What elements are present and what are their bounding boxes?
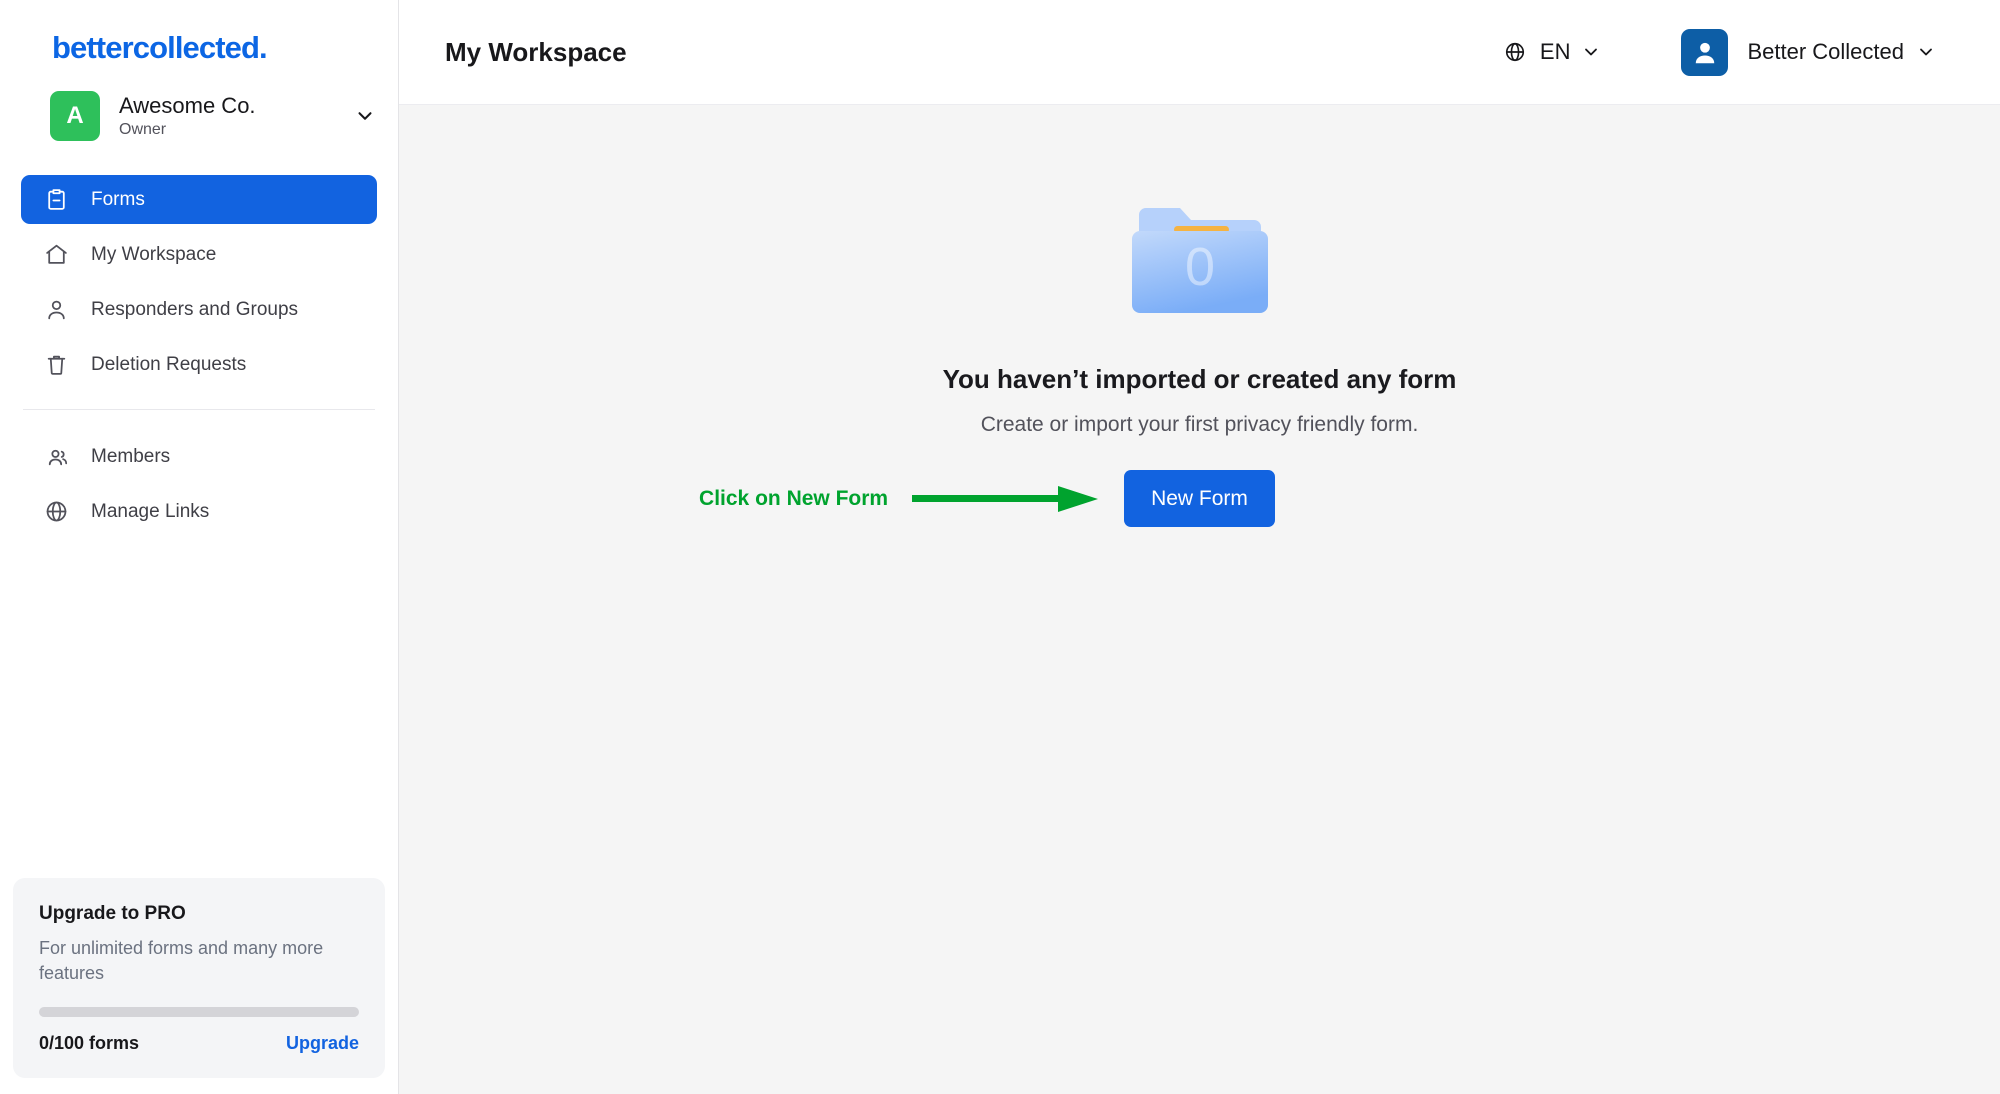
sidebar-item-label: My Workspace [91, 243, 217, 265]
language-selector[interactable]: EN [1504, 39, 1603, 65]
upgrade-card: Upgrade to PRO For unlimited forms and m… [13, 878, 385, 1078]
cta-row: Click on New Form New Form [699, 470, 1275, 527]
workspace-name: Awesome Co. [119, 93, 256, 119]
user-avatar-icon [1681, 28, 1729, 76]
clipboard-icon [43, 187, 69, 213]
sidebar-item-responders-and-groups[interactable]: Responders and Groups [21, 285, 377, 334]
right-arrow-icon [912, 482, 1102, 516]
chevron-down-icon [1580, 41, 1602, 63]
content-area: 0 You haven’t imported or created any fo… [399, 105, 2000, 1094]
annotation-callout: Click on New Form [699, 482, 1102, 516]
upgrade-footer: 0/100 forms Upgrade [39, 1033, 359, 1054]
sidebar-item-label: Manage Links [91, 500, 210, 522]
sidebar-item-manage-links[interactable]: Manage Links [21, 487, 377, 536]
page-title: My Workspace [445, 36, 627, 67]
sidebar-divider [23, 409, 375, 410]
sidebar: bettercollected. A Awesome Co. Owner For… [0, 0, 399, 1094]
globe-icon [1504, 41, 1526, 63]
sidebar-item-label: Deletion Requests [91, 353, 247, 375]
workspace-avatar: A [50, 91, 100, 141]
brand-logo-text: bettercollected. [52, 30, 268, 65]
new-form-button[interactable]: New Form [1124, 470, 1275, 527]
app-root: bettercollected. A Awesome Co. Owner For… [0, 0, 2000, 1094]
workspace-switcher[interactable]: A Awesome Co. Owner [50, 91, 376, 141]
chevron-down-icon [1915, 41, 1937, 63]
user-name: Better Collected [1747, 39, 1904, 64]
sidebar-item-forms[interactable]: Forms [21, 175, 377, 224]
empty-state-title: You haven’t imported or created any form [942, 364, 1457, 394]
annotation-text: Click on New Form [699, 486, 889, 510]
sidebar-item-label: Forms [91, 188, 145, 210]
forms-usage-progressbar [39, 1007, 359, 1017]
upgrade-subtitle: For unlimited forms and many more featur… [39, 938, 324, 983]
forms-usage-count: 0/100 forms [39, 1033, 140, 1053]
main-area: My Workspace EN Better Collected 0 You h… [399, 0, 2000, 1094]
top-bar-actions: EN Better Collected [1504, 28, 1937, 76]
brand-logo[interactable]: bettercollected. [0, 0, 398, 66]
svg-text:0: 0 [1184, 237, 1214, 297]
sidebar-item-label: Members [91, 445, 171, 467]
upgrade-link[interactable]: Upgrade [286, 1033, 359, 1054]
people-icon [43, 444, 69, 470]
sidebar-item-my-workspace[interactable]: My Workspace [21, 230, 377, 279]
top-bar: My Workspace EN Better Collected [399, 0, 2000, 105]
sidebar-item-label: Responders and Groups [91, 298, 299, 320]
globe-icon [43, 499, 69, 525]
sidebar-item-deletion-requests[interactable]: Deletion Requests [21, 340, 377, 389]
trash-icon [43, 352, 69, 378]
empty-state: 0 You haven’t imported or created any fo… [399, 193, 2000, 527]
empty-folder-icon: 0 [1127, 193, 1273, 321]
workspace-text: Awesome Co. Owner [119, 93, 354, 138]
empty-state-subtitle: Create or import your first privacy frie… [980, 413, 1419, 436]
person-icon [43, 297, 69, 323]
sidebar-item-members[interactable]: Members [21, 432, 377, 481]
user-menu[interactable]: Better Collected [1681, 28, 1937, 76]
sidebar-nav: Forms My Workspace Responders and Groups [0, 175, 398, 542]
upgrade-title: Upgrade to PRO [39, 903, 186, 925]
workspace-role: Owner [119, 120, 167, 138]
workspace-avatar-initial: A [66, 102, 84, 129]
chevron-down-icon [354, 105, 376, 127]
language-label: EN [1539, 39, 1571, 64]
home-icon [43, 242, 69, 268]
